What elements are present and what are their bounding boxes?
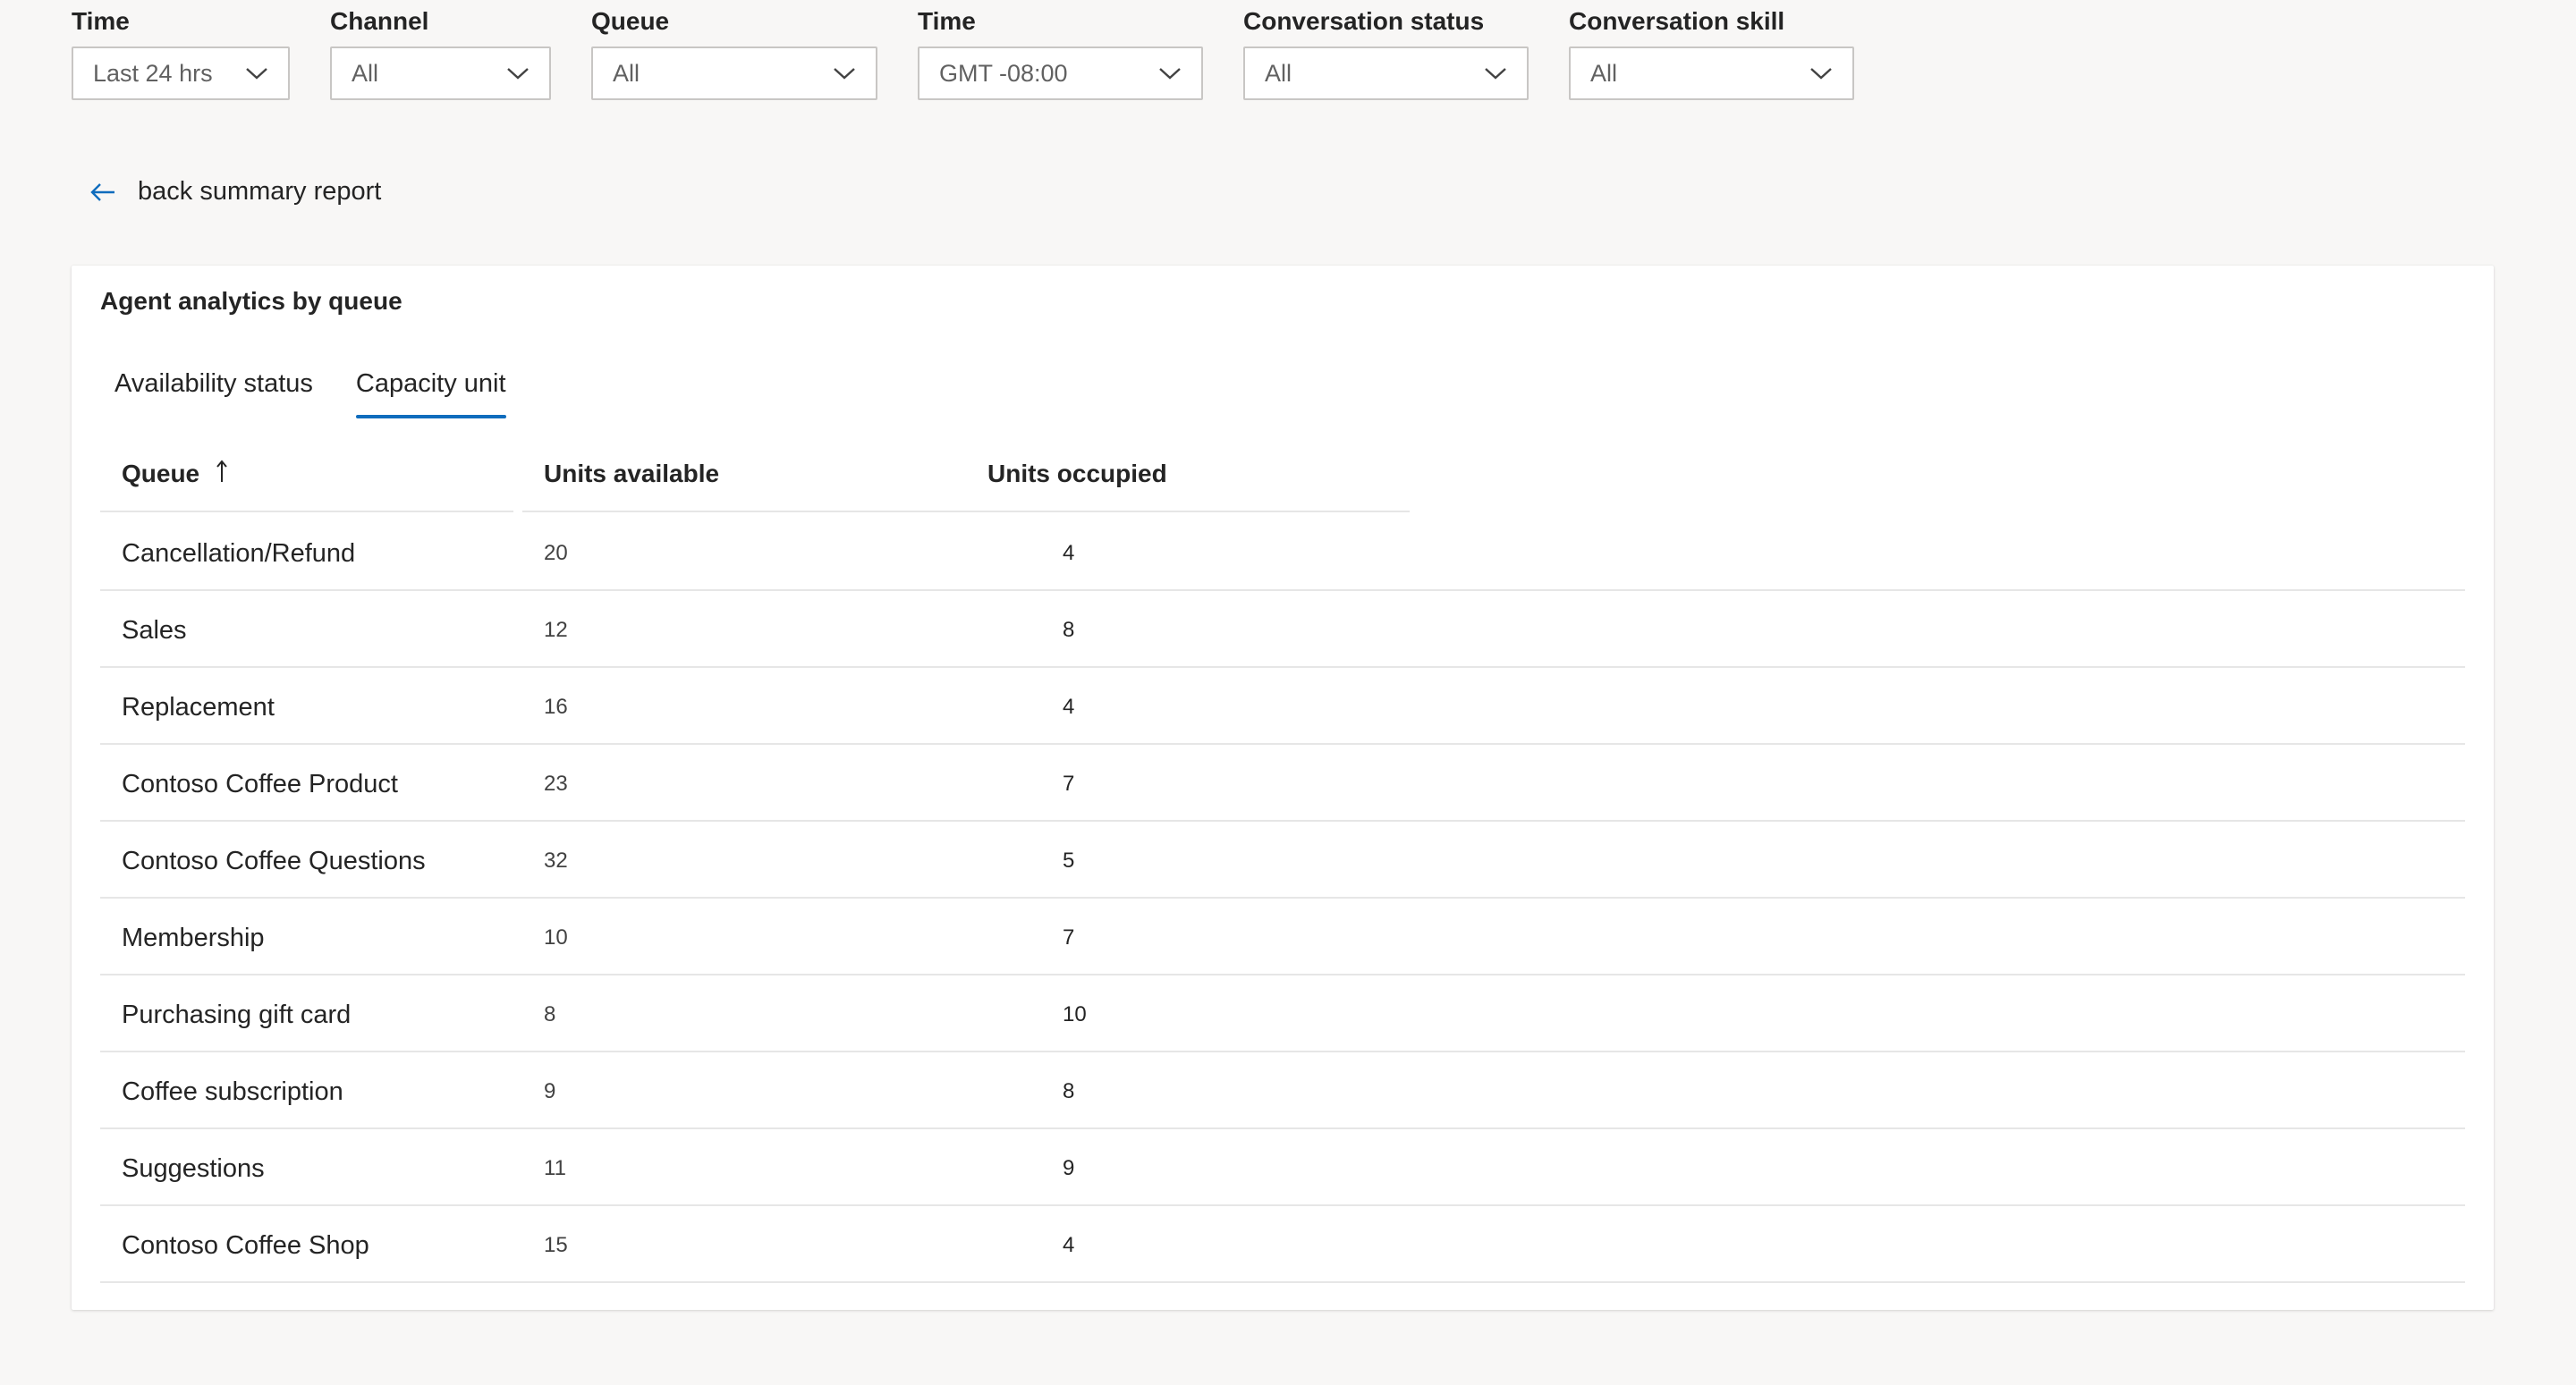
- cell-units-occupied: 4: [1063, 1233, 1075, 1257]
- filter-conversation-skill: Conversation skill All: [1569, 5, 1854, 100]
- table-row[interactable]: Purchasing gift card 8 10: [100, 975, 2465, 1052]
- cell-units-occupied: 7: [1063, 925, 1075, 950]
- cell-queue: Membership: [122, 924, 265, 952]
- channel-value: All: [352, 59, 379, 87]
- filter-channel-label: Channel: [330, 7, 429, 35]
- cell-queue: Sales: [122, 616, 187, 645]
- cell-queue: Contoso Coffee Questions: [122, 847, 426, 875]
- column-header-units-available[interactable]: Units available: [522, 435, 961, 512]
- cell-queue: Contoso Coffee Product: [122, 770, 398, 798]
- table-row[interactable]: Contoso Coffee Product 23 7: [100, 745, 2465, 822]
- conversation-status-value: All: [1265, 59, 1292, 87]
- cell-units-available: 8: [544, 1002, 556, 1026]
- cell-units-occupied: 7: [1063, 772, 1075, 796]
- time-range-dropdown[interactable]: Last 24 hrs: [72, 46, 290, 100]
- table-row[interactable]: Cancellation/Refund 20 4: [100, 514, 2465, 591]
- cell-queue: Coffee subscription: [122, 1077, 343, 1106]
- chevron-down-icon: [507, 68, 529, 80]
- cell-units-available: 10: [544, 925, 568, 950]
- tab-list: Availability status Capacity unit: [114, 369, 549, 418]
- filter-time-label: Time: [72, 7, 130, 35]
- table-row[interactable]: Sales 12 8: [100, 591, 2465, 668]
- table-header: Queue Units available Units occupied: [100, 435, 2465, 514]
- cell-queue: Cancellation/Refund: [122, 539, 356, 568]
- timezone-value: GMT -08:00: [939, 59, 1068, 87]
- table-row[interactable]: Replacement 16 4: [100, 668, 2465, 745]
- table-body: Cancellation/Refund 20 4 Sales 12 8 Repl…: [100, 514, 2465, 1283]
- cell-units-occupied: 8: [1063, 1079, 1075, 1103]
- time-range-value: Last 24 hrs: [93, 59, 213, 87]
- cell-units-available: 11: [544, 1156, 566, 1180]
- cell-units-occupied: 4: [1063, 695, 1075, 719]
- arrow-up-icon: [216, 460, 227, 482]
- conversation-skill-value: All: [1590, 59, 1618, 87]
- table-row[interactable]: Suggestions 11 9: [100, 1129, 2465, 1206]
- chevron-down-icon: [1485, 68, 1506, 80]
- capacity-table: Queue Units available Units occupied Can…: [100, 435, 2465, 1283]
- cell-queue: Purchasing gift card: [122, 1001, 352, 1029]
- cell-units-available: 9: [544, 1079, 556, 1103]
- timezone-dropdown[interactable]: GMT -08:00: [918, 46, 1203, 100]
- tab-capacity-unit[interactable]: Capacity unit: [355, 369, 506, 418]
- filter-timezone-label: Time: [918, 7, 976, 35]
- filter-timezone: Time GMT -08:00: [918, 5, 1203, 100]
- filter-conversation-status: Conversation status All: [1243, 5, 1529, 100]
- tab-availability-status[interactable]: Availability status: [114, 369, 313, 418]
- back-summary-report-link[interactable]: back summary report: [89, 177, 381, 207]
- table-row[interactable]: Coffee subscription 9 8: [100, 1052, 2465, 1129]
- channel-dropdown[interactable]: All: [330, 46, 551, 100]
- table-row[interactable]: Membership 10 7: [100, 899, 2465, 975]
- filter-conversation-status-label: Conversation status: [1243, 7, 1485, 35]
- column-header-queue[interactable]: Queue: [100, 435, 513, 512]
- cell-units-occupied: 9: [1063, 1156, 1075, 1180]
- queue-dropdown[interactable]: All: [591, 46, 877, 100]
- cell-units-occupied: 5: [1063, 849, 1075, 873]
- cell-units-available: 20: [544, 541, 568, 565]
- cell-units-available: 12: [544, 618, 568, 642]
- conversation-skill-dropdown[interactable]: All: [1569, 46, 1854, 100]
- filter-bar: Time Last 24 hrs Channel All Queue All T…: [72, 5, 1894, 100]
- filter-channel: Channel All: [330, 5, 551, 100]
- cell-queue: Contoso Coffee Shop: [122, 1231, 369, 1260]
- cell-units-available: 16: [544, 695, 568, 719]
- filter-time: Time Last 24 hrs: [72, 5, 290, 100]
- queue-value: All: [613, 59, 640, 87]
- column-header-queue-label: Queue: [122, 460, 200, 487]
- cell-units-available: 23: [544, 772, 568, 796]
- filter-queue: Queue All: [591, 5, 877, 100]
- agent-analytics-card: Agent analytics by queue Availability st…: [72, 266, 2494, 1310]
- arrow-left-icon: [90, 182, 114, 201]
- chevron-down-icon: [834, 68, 855, 80]
- card-title: Agent analytics by queue: [100, 287, 402, 315]
- cell-units-available: 15: [544, 1233, 568, 1257]
- chevron-down-icon: [1810, 68, 1832, 80]
- back-link-label: back summary report: [138, 177, 382, 206]
- cell-queue: Replacement: [122, 693, 275, 722]
- cell-units-available: 32: [544, 849, 568, 873]
- cell-units-occupied: 4: [1063, 541, 1075, 565]
- filter-queue-label: Queue: [591, 7, 670, 35]
- conversation-status-dropdown[interactable]: All: [1243, 46, 1529, 100]
- cell-queue: Suggestions: [122, 1154, 265, 1183]
- filter-conversation-skill-label: Conversation skill: [1569, 7, 1785, 35]
- table-row[interactable]: Contoso Coffee Shop 15 4: [100, 1206, 2465, 1283]
- cell-units-occupied: 8: [1063, 618, 1075, 642]
- column-header-units-occupied[interactable]: Units occupied: [961, 435, 1410, 512]
- chevron-down-icon: [246, 68, 267, 80]
- cell-units-occupied: 10: [1063, 1002, 1087, 1026]
- table-row[interactable]: Contoso Coffee Questions 32 5: [100, 822, 2465, 899]
- chevron-down-icon: [1159, 68, 1181, 80]
